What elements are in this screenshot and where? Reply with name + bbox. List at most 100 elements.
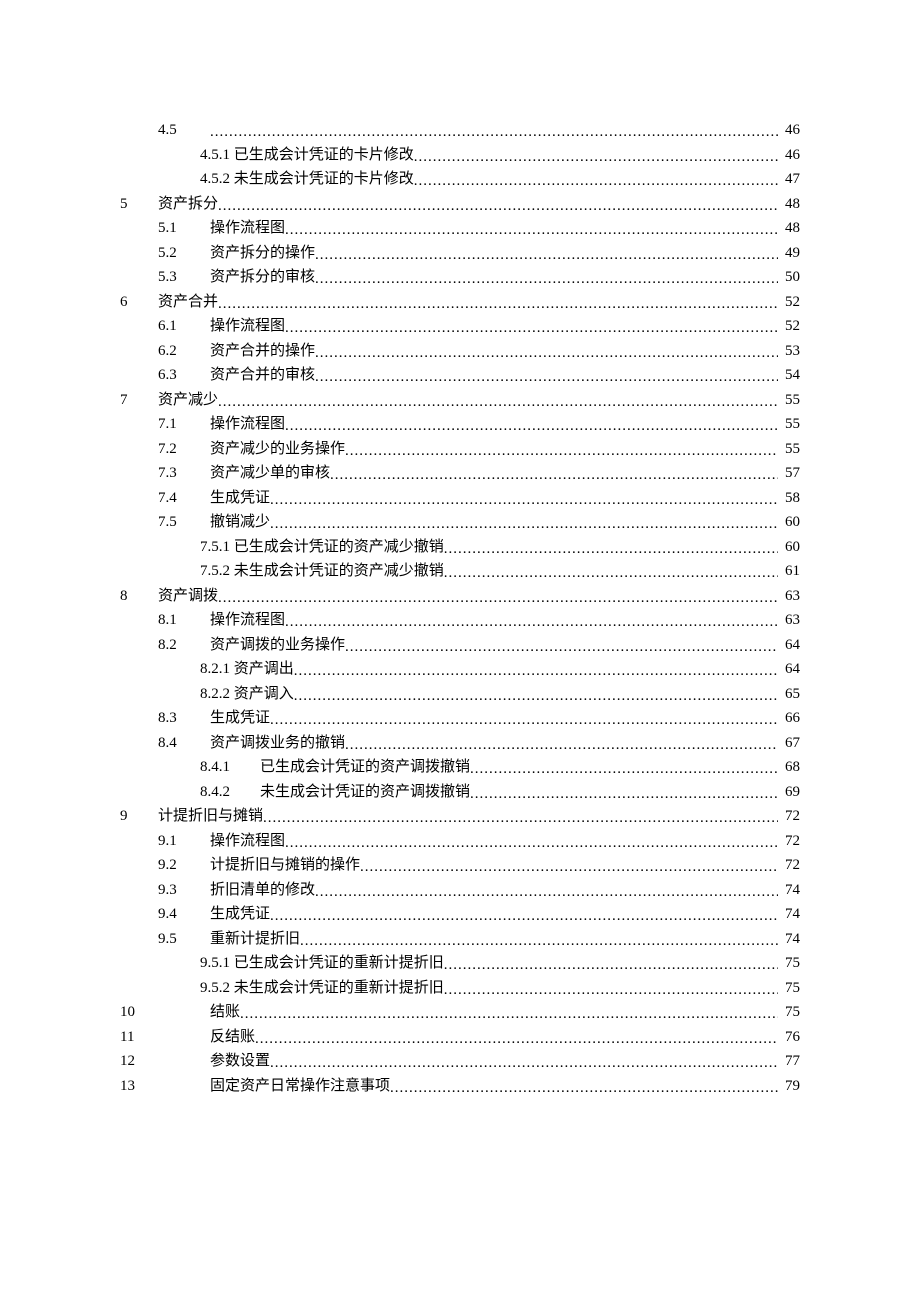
toc-entry[interactable]: 7.5.2 未生成会计凭证的资产减少撤销61: [120, 559, 800, 584]
toc-leader-dots: [345, 635, 778, 660]
toc-leader-dots: [315, 267, 778, 292]
toc-entry[interactable]: 7.5.1 已生成会计凭证的资产减少撤销60: [120, 535, 800, 560]
toc-entry-page: 69: [778, 780, 800, 805]
toc-entry-number: 6.3: [158, 363, 210, 388]
toc-leader-dots: [300, 929, 778, 954]
toc-entry-number: 8.3: [158, 706, 210, 731]
toc-leader-dots: [444, 537, 778, 562]
toc-entry[interactable]: 13固定资产日常操作注意事项79: [120, 1074, 800, 1099]
toc-entry-page: 52: [778, 290, 800, 315]
toc-entry-page: 47: [778, 167, 800, 192]
toc-entry-title: 4.5.2 未生成会计凭证的卡片修改: [200, 167, 414, 192]
toc-entry[interactable]: 7.1操作流程图55: [120, 412, 800, 437]
table-of-contents: 4.5464.5.1 已生成会计凭证的卡片修改464.5.2 未生成会计凭证的卡…: [120, 118, 800, 1098]
toc-entry[interactable]: 6.1操作流程图52: [120, 314, 800, 339]
toc-entry[interactable]: 8.4.1已生成会计凭证的资产调拨撤销68: [120, 755, 800, 780]
toc-entry-page: 55: [778, 388, 800, 413]
toc-entry[interactable]: 10结账75: [120, 1000, 800, 1025]
toc-entry[interactable]: 8.3生成凭证66: [120, 706, 800, 731]
toc-entry[interactable]: 5.3资产拆分的审核50: [120, 265, 800, 290]
toc-leader-dots: [285, 610, 778, 635]
toc-entry-number: 7.5: [158, 510, 210, 535]
toc-entry-page: 75: [778, 1000, 800, 1025]
toc-entry-page: 55: [778, 412, 800, 437]
toc-entry-title: 操作流程图: [210, 829, 285, 854]
toc-leader-dots: [444, 953, 778, 978]
toc-leader-dots: [285, 414, 778, 439]
toc-entry-number: 8.4.1: [200, 755, 260, 780]
toc-entry-title: 操作流程图: [210, 314, 285, 339]
toc-entry-page: 50: [778, 265, 800, 290]
toc-leader-dots: [414, 145, 778, 170]
toc-entry[interactable]: 4.5.2 未生成会计凭证的卡片修改 47: [120, 167, 800, 192]
toc-entry[interactable]: 8.4资产调拨业务的撤销67: [120, 731, 800, 756]
toc-entry-title: 4.5.1 已生成会计凭证的卡片修改: [200, 143, 414, 168]
toc-entry-title: 参数设置: [210, 1049, 270, 1074]
toc-leader-dots: [345, 733, 778, 758]
toc-entry-number: 7.2: [158, 437, 210, 462]
toc-entry-number: 6.2: [158, 339, 210, 364]
toc-entry[interactable]: 9.2计提折旧与摊销的操作72: [120, 853, 800, 878]
toc-entry[interactable]: 8.2资产调拨的业务操作64: [120, 633, 800, 658]
toc-entry-page: 54: [778, 363, 800, 388]
toc-leader-dots: [285, 316, 778, 341]
toc-entry-title: 资产减少的业务操作: [210, 437, 345, 462]
toc-entry[interactable]: 8.2.2 资产调入65: [120, 682, 800, 707]
toc-entry-title: 计提折旧与摊销的操作: [210, 853, 360, 878]
toc-entry-page: 72: [778, 829, 800, 854]
toc-entry-page: 76: [778, 1025, 800, 1050]
toc-entry[interactable]: 9.4生成凭证74: [120, 902, 800, 927]
toc-entry[interactable]: 5资产拆分48: [120, 192, 800, 217]
toc-entry[interactable]: 7.5撤销减少60: [120, 510, 800, 535]
toc-entry-title: 操作流程图: [210, 216, 285, 241]
toc-entry-number: 8: [120, 584, 158, 609]
toc-entry[interactable]: 9.3折旧清单的修改74: [120, 878, 800, 903]
toc-entry-title: 资产合并的操作: [210, 339, 315, 364]
toc-entry[interactable]: 9.5.2 未生成会计凭证的重新计提折旧75: [120, 976, 800, 1001]
toc-entry-number: 9.4: [158, 902, 210, 927]
toc-entry-number: 7.4: [158, 486, 210, 511]
toc-entry[interactable]: 8.1操作流程图63: [120, 608, 800, 633]
toc-leader-dots: [360, 855, 778, 880]
toc-entry[interactable]: 7资产减少55: [120, 388, 800, 413]
toc-entry-title: 资产调拨的业务操作: [210, 633, 345, 658]
toc-entry-number: 10: [120, 1000, 210, 1025]
toc-entry[interactable]: 7.3资产减少单的审核57: [120, 461, 800, 486]
toc-entry[interactable]: 12参数设置77: [120, 1049, 800, 1074]
toc-leader-dots: [315, 880, 778, 905]
toc-entry-title: 折旧清单的修改: [210, 878, 315, 903]
toc-leader-dots: [470, 757, 778, 782]
toc-entry[interactable]: 6.2资产合并的操作53: [120, 339, 800, 364]
toc-entry[interactable]: 9计提折旧与摊销72: [120, 804, 800, 829]
toc-entry-page: 66: [778, 706, 800, 731]
toc-leader-dots: [414, 169, 778, 194]
toc-entry-title: 撤销减少: [210, 510, 270, 535]
toc-entry[interactable]: 5.1操作流程图48: [120, 216, 800, 241]
toc-entry-title: 反结账: [210, 1025, 255, 1050]
toc-entry[interactable]: 8资产调拨63: [120, 584, 800, 609]
toc-entry[interactable]: 11反结账76: [120, 1025, 800, 1050]
toc-leader-dots: [263, 806, 778, 831]
toc-entry[interactable]: 4.546: [120, 118, 800, 143]
toc-entry[interactable]: 6.3资产合并的审核54: [120, 363, 800, 388]
toc-entry[interactable]: 7.2资产减少的业务操作 55: [120, 437, 800, 462]
toc-entry[interactable]: 9.5.1 已生成会计凭证的重新计提折旧75: [120, 951, 800, 976]
toc-entry-page: 55: [778, 437, 800, 462]
toc-leader-dots: [315, 341, 778, 366]
toc-entry-number: 5.2: [158, 241, 210, 266]
toc-entry[interactable]: 8.4.2未生成会计凭证的资产调拨撤销69: [120, 780, 800, 805]
toc-entry-title: 生成凭证: [210, 902, 270, 927]
toc-leader-dots: [285, 831, 778, 856]
toc-entry[interactable]: 4.5.1 已生成会计凭证的卡片修改46: [120, 143, 800, 168]
toc-entry[interactable]: 9.1操作流程图72: [120, 829, 800, 854]
toc-leader-dots: [315, 243, 778, 268]
toc-entry[interactable]: 6资产合并52: [120, 290, 800, 315]
toc-entry[interactable]: 8.2.1 资产调出64: [120, 657, 800, 682]
toc-entry[interactable]: 7.4生成凭证58: [120, 486, 800, 511]
toc-entry[interactable]: 5.2资产拆分的操作49: [120, 241, 800, 266]
toc-entry-title: 9.5.1 已生成会计凭证的重新计提折旧: [200, 951, 444, 976]
toc-leader-dots: [218, 586, 778, 611]
toc-entry[interactable]: 9.5重新计提折旧74: [120, 927, 800, 952]
toc-entry-title: 9.5.2 未生成会计凭证的重新计提折旧: [200, 976, 444, 1001]
toc-entry-title: 资产调拨业务的撤销: [210, 731, 345, 756]
